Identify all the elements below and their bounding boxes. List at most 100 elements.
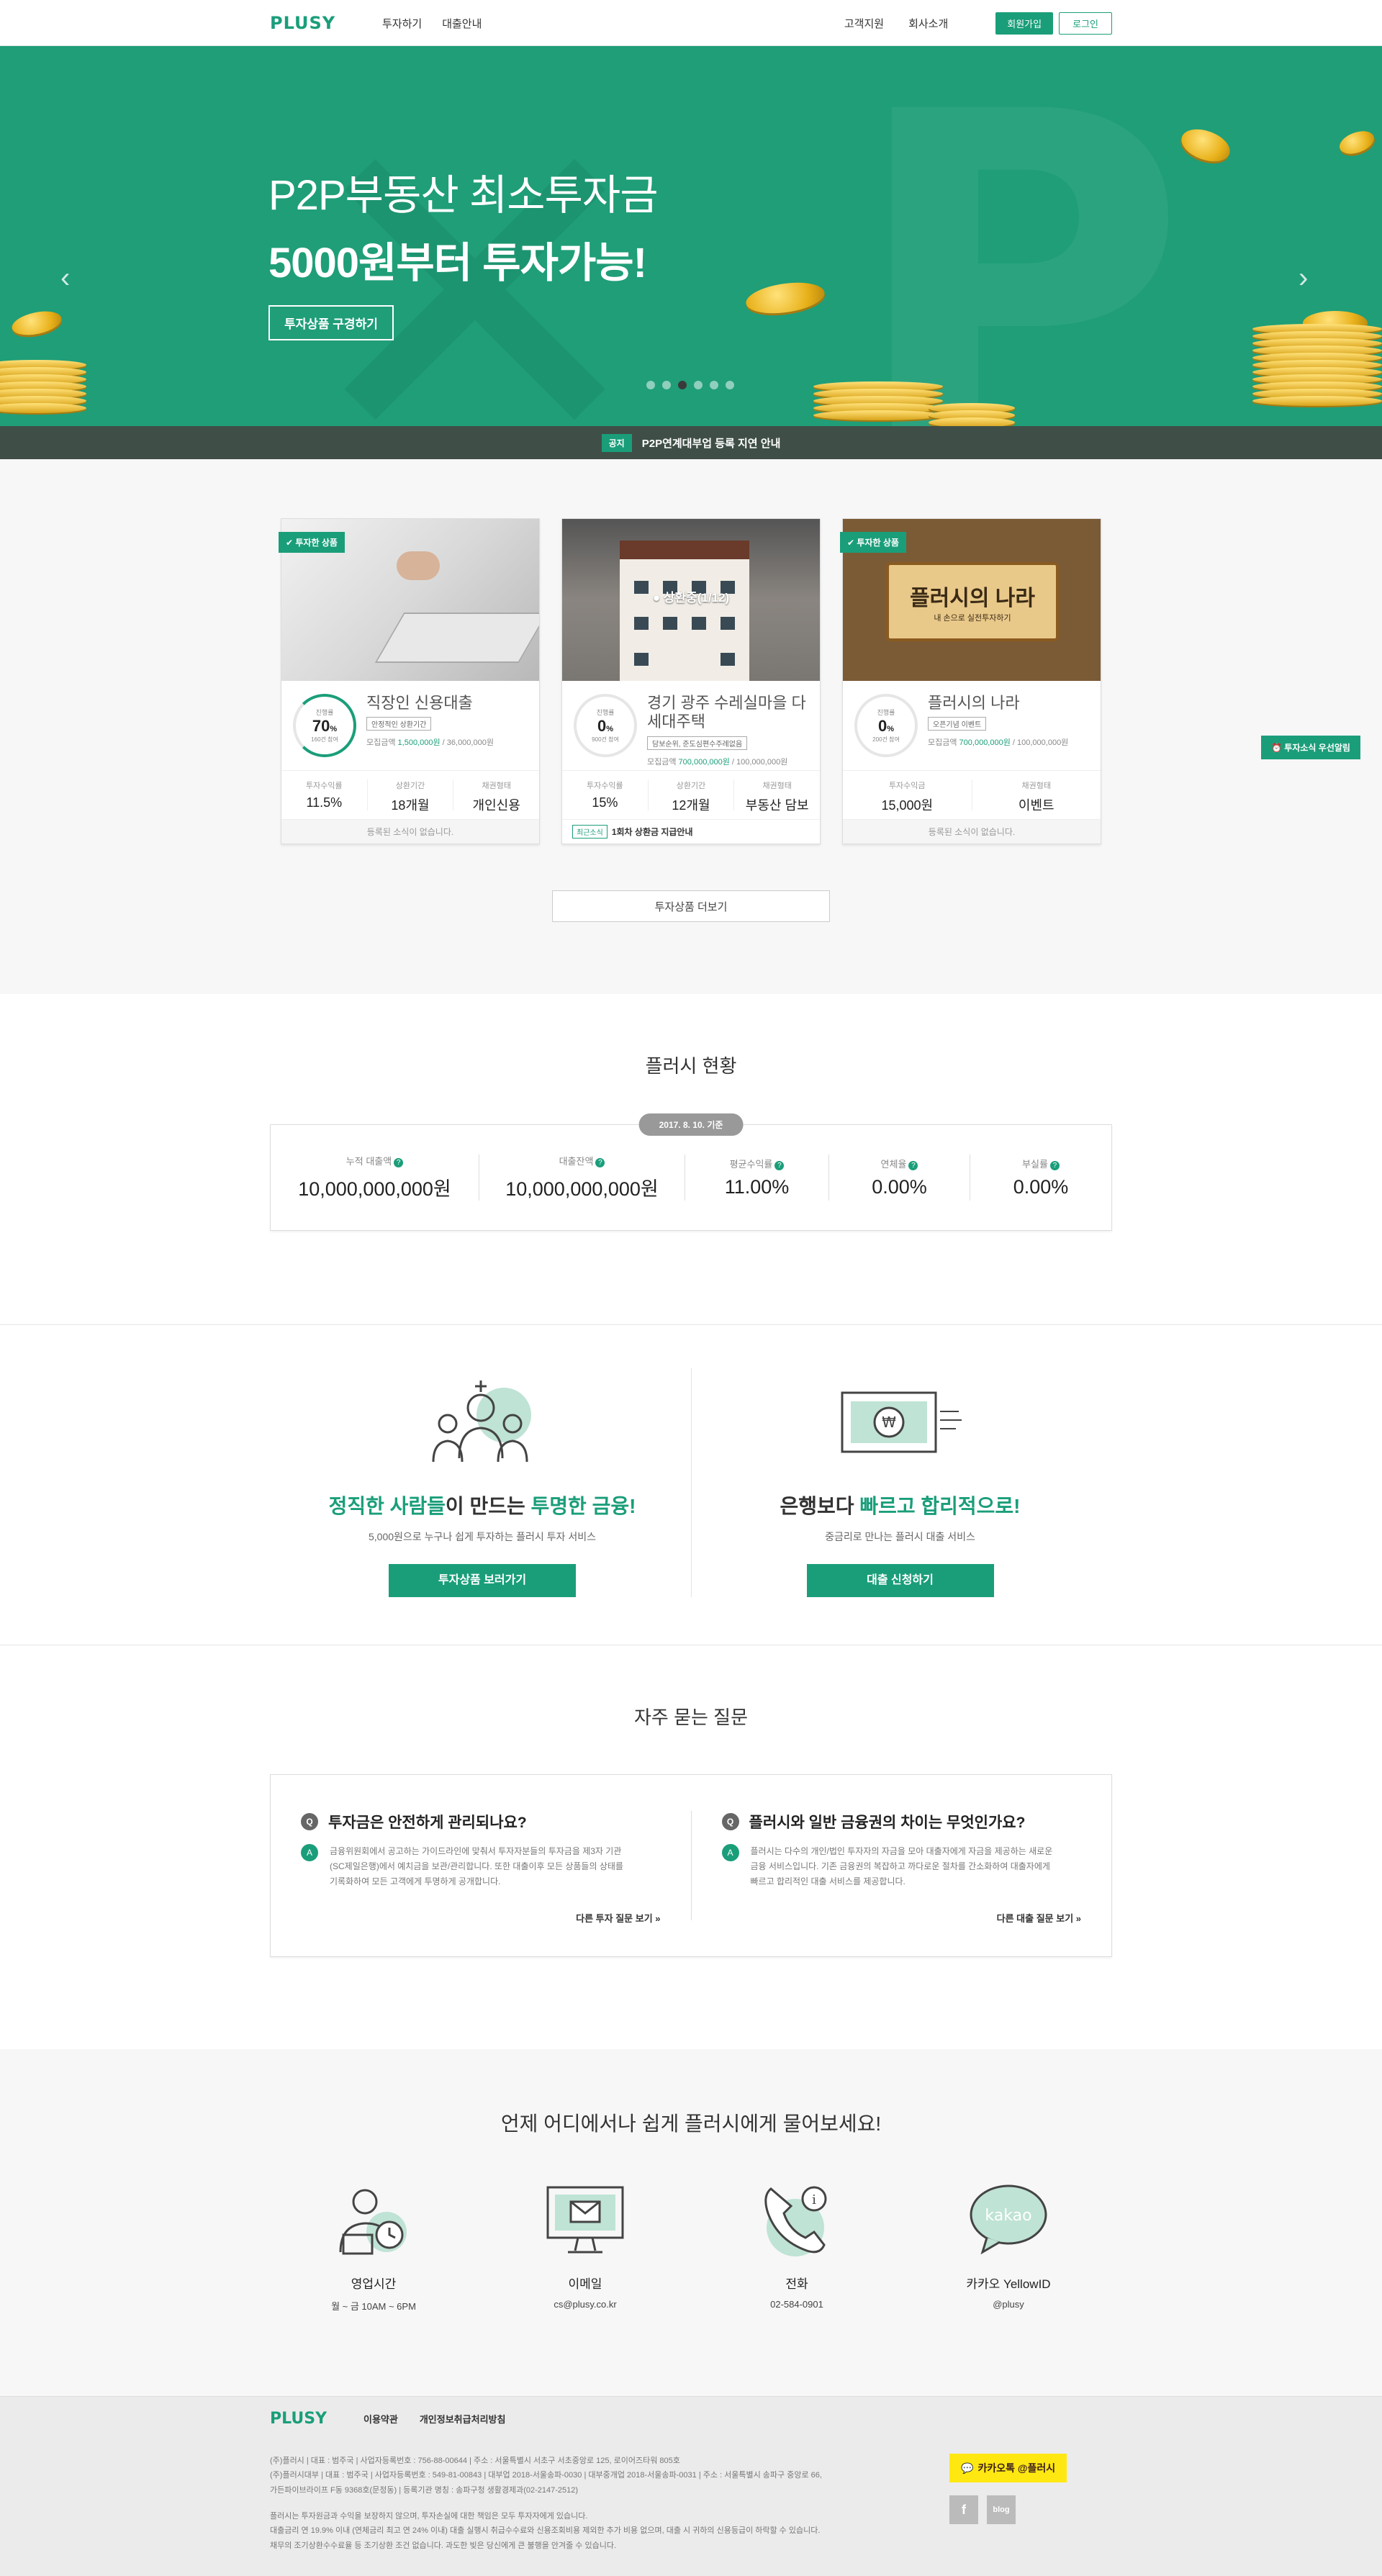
- status-title: 플러시 현황: [645, 1055, 737, 1077]
- product-card[interactable]: ✔ 투자한 상품 진행률 70% 160건 참여 직장인 신용대출 안정적인 상…: [279, 518, 540, 844]
- slide-dot-active[interactable]: [678, 381, 687, 389]
- notice-text[interactable]: P2P연계대부업 등록 지연 안내: [642, 435, 781, 451]
- product-stats: 투자수익률 15% 상환기간 12개월 채권형태 부동산 담보: [562, 770, 820, 819]
- faq-answer: 금융위원회에서 공고하는 가이드라인에 맞춰서 투자자분들의 투자금을 제3자 …: [330, 1846, 623, 1886]
- svg-text:₩: ₩: [882, 1414, 896, 1431]
- coin-icon: [744, 278, 827, 318]
- help-icon: ?: [595, 1158, 605, 1167]
- contact-detail[interactable]: cs@plusy.co.kr: [533, 2299, 638, 2310]
- footer-logo[interactable]: PLUSY: [270, 2410, 342, 2428]
- stat-total-loans: 누적 대출액? 10,000,000,000원: [271, 1154, 479, 1201]
- terms-link[interactable]: 이용약관: [363, 2412, 398, 2426]
- service-section: 정직한 사람들이 만드는 투명한 금융! 5,000원으로 누구나 쉽게 투자하…: [0, 1325, 1382, 1645]
- product-cards: ✔ 투자한 상품 진행률 70% 160건 참여 직장인 신용대출 안정적인 상…: [0, 518, 1382, 844]
- product-title: 경기 광주 수레실마을 다세대주택: [647, 694, 806, 731]
- answer-icon: A: [301, 1844, 318, 1861]
- contact-phone[interactable]: i 전화 02-584-0901: [744, 2177, 849, 2313]
- contact-name: 이메일: [568, 2277, 602, 2291]
- phone-icon: i: [744, 2177, 849, 2262]
- progress-gauge: 진행률 0% 900건 참여: [574, 694, 637, 757]
- blog-icon[interactable]: blog: [987, 2495, 1016, 2524]
- apply-loan-button[interactable]: 대출 신청하기: [806, 1564, 994, 1597]
- contact-kakao[interactable]: kakao 카카오 YellowID @plusy: [956, 2177, 1061, 2313]
- logo[interactable]: PLUSY: [270, 13, 382, 33]
- coin-stack-icon: [0, 360, 86, 413]
- notice-tag: 공지: [601, 433, 632, 452]
- invest-service: 정직한 사람들이 만드는 투명한 금융! 5,000원으로 누구나 쉽게 투자하…: [274, 1368, 691, 1597]
- coin-stack-icon: [929, 403, 1015, 426]
- view-products-button[interactable]: 투자상품 보러가기: [389, 1564, 576, 1597]
- event-scroll-image: 플러시의 나라 내 손으로 실전투자하기: [886, 562, 1059, 641]
- hero-cta-button[interactable]: 투자상품 구경하기: [268, 305, 394, 340]
- chevron-left-icon[interactable]: ‹: [60, 262, 70, 294]
- faq-item: Q 플러시와 일반 금융권의 차이는 무엇인가요? A 플러시는 다수의 개인/법인…: [690, 1811, 1112, 1924]
- status-box: 2017. 8. 10. 기준 누적 대출액? 10,000,000,000원 …: [270, 1113, 1112, 1231]
- help-icon: ?: [908, 1161, 918, 1170]
- answer-icon: A: [721, 1844, 739, 1861]
- more-products-button[interactable]: 투자상품 더보기: [552, 890, 830, 922]
- product-title: 플러시의 나라: [928, 694, 1020, 712]
- slide-dots: [646, 381, 734, 389]
- product-tag: 안정적인 상환기간: [366, 717, 432, 731]
- kakao-channel-button[interactable]: 💬 카카오톡 @플러시: [949, 2454, 1067, 2482]
- coin-icon: [1336, 127, 1378, 158]
- join-button[interactable]: 회원가입: [995, 12, 1054, 35]
- nav-support[interactable]: 고객지원: [844, 16, 884, 31]
- product-tag: 담보순위, 준도심편수주례없음: [647, 736, 748, 750]
- faq-answer: 플러시는 다수의 개인/법인 투자자의 자금을 모아 대출자에게 자금을 제공하…: [750, 1846, 1053, 1886]
- clock-agent-icon: [321, 2177, 426, 2262]
- money-icon: ₩: [692, 1368, 1108, 1476]
- slide-dot[interactable]: [726, 381, 734, 389]
- product-tag: 오픈기념 이벤트: [928, 717, 987, 731]
- product-card[interactable]: ● 상환중(1/12) 진행률 0% 900건 참여 경기 광주 수레실마을 다…: [561, 518, 821, 844]
- nav-invest[interactable]: 투자하기: [382, 16, 422, 31]
- hero-headline-1: P2P부동산 최소투자금: [268, 172, 659, 219]
- faq-item: Q 투자금은 안전하게 관리되나요? A 금융위원회에서 공고하는 가이드라인에 맞…: [271, 1811, 691, 1924]
- chevron-right-icon[interactable]: ›: [1299, 262, 1308, 294]
- util-nav: 고객지원 회사소개 회원가입 로그인: [844, 12, 1112, 35]
- product-amount: 모집금액 1,500,000원 / 36,000,000원: [366, 738, 494, 748]
- nav-about[interactable]: 회사소개: [908, 16, 948, 31]
- contact-detail[interactable]: 02-584-0901: [744, 2299, 849, 2310]
- contact-detail: 월 ~ 금 10AM ~ 6PM: [331, 2301, 416, 2312]
- news-text[interactable]: 1회차 상환금 지급안내: [612, 826, 693, 838]
- loan-service: ₩ 은행보다 빠르고 합리적으로! 중금리로 만나는 플러시 대출 서비스 대출…: [691, 1368, 1108, 1597]
- nav-loan-guide[interactable]: 대출안내: [442, 16, 482, 31]
- more-loan-faq-link[interactable]: 다른 대출 질문 보기 »: [997, 1911, 1081, 1925]
- product-news: 등록된 소식이 없습니다.: [281, 819, 539, 844]
- more-invest-faq-link[interactable]: 다른 투자 질문 보기 »: [576, 1911, 660, 1925]
- slide-dot[interactable]: [662, 381, 671, 389]
- slide-dot[interactable]: [646, 381, 655, 389]
- help-icon: ?: [1049, 1161, 1060, 1170]
- product-card[interactable]: ✔ 투자한 상품 플러시의 나라 내 손으로 실전투자하기 진행률 0% 200…: [840, 518, 1101, 844]
- status-section: 플러시 현황 2017. 8. 10. 기준 누적 대출액? 10,000,00…: [0, 994, 1382, 1325]
- svg-text:i: i: [812, 2192, 816, 2207]
- facebook-icon[interactable]: f: [949, 2495, 978, 2524]
- slide-dot[interactable]: [710, 381, 718, 389]
- coin-icon: [9, 307, 64, 339]
- loan-desc: 중금리로 만나는 플러시 대출 서비스: [825, 1531, 975, 1542]
- contact-section: 언제 어디에서나 쉽게 플러시에게 물어보세요! 영업시간 월 ~ 금 10AM…: [0, 2049, 1382, 2396]
- stat-avg-return: 평균수익률? 11.00%: [685, 1154, 829, 1201]
- status-date: 2017. 8. 10. 기준: [638, 1113, 744, 1136]
- progress-gauge: 진행률 70% 160건 참여: [293, 694, 356, 757]
- invest-headline: 정직한 사람들이 만드는 투명한 금융!: [328, 1495, 636, 1517]
- product-stats: 투자수익금 15,000원 채권형태 이벤트: [843, 770, 1101, 819]
- invest-alert-button[interactable]: ⏰ 투자소식 우선알림: [1261, 736, 1360, 759]
- product-title: 직장인 신용대출: [366, 694, 473, 712]
- slide-dot[interactable]: [694, 381, 703, 389]
- notice-bar[interactable]: 공지 P2P연계대부업 등록 지연 안내: [0, 426, 1382, 459]
- sns-links: f blog: [949, 2495, 1067, 2524]
- question-icon: Q: [301, 1813, 318, 1830]
- product-news[interactable]: 최근소식 1회차 상환금 지급안내: [562, 819, 820, 844]
- contact-email[interactable]: 이메일 cs@plusy.co.kr: [533, 2177, 638, 2313]
- hero-headline-2: 5000원부터 투자가능!: [268, 240, 647, 286]
- progress-gauge: 진행률 0% 200건 참여: [854, 694, 918, 757]
- repayment-status: ● 상환중(1/12): [652, 591, 730, 605]
- monitor-mail-icon: [533, 2177, 638, 2262]
- talk-icon: 💬: [961, 2462, 974, 2474]
- help-icon: ?: [394, 1158, 404, 1167]
- contact-detail[interactable]: @plusy: [956, 2299, 1061, 2310]
- login-button[interactable]: 로그인: [1059, 12, 1112, 35]
- privacy-link[interactable]: 개인정보취급처리방침: [420, 2412, 506, 2426]
